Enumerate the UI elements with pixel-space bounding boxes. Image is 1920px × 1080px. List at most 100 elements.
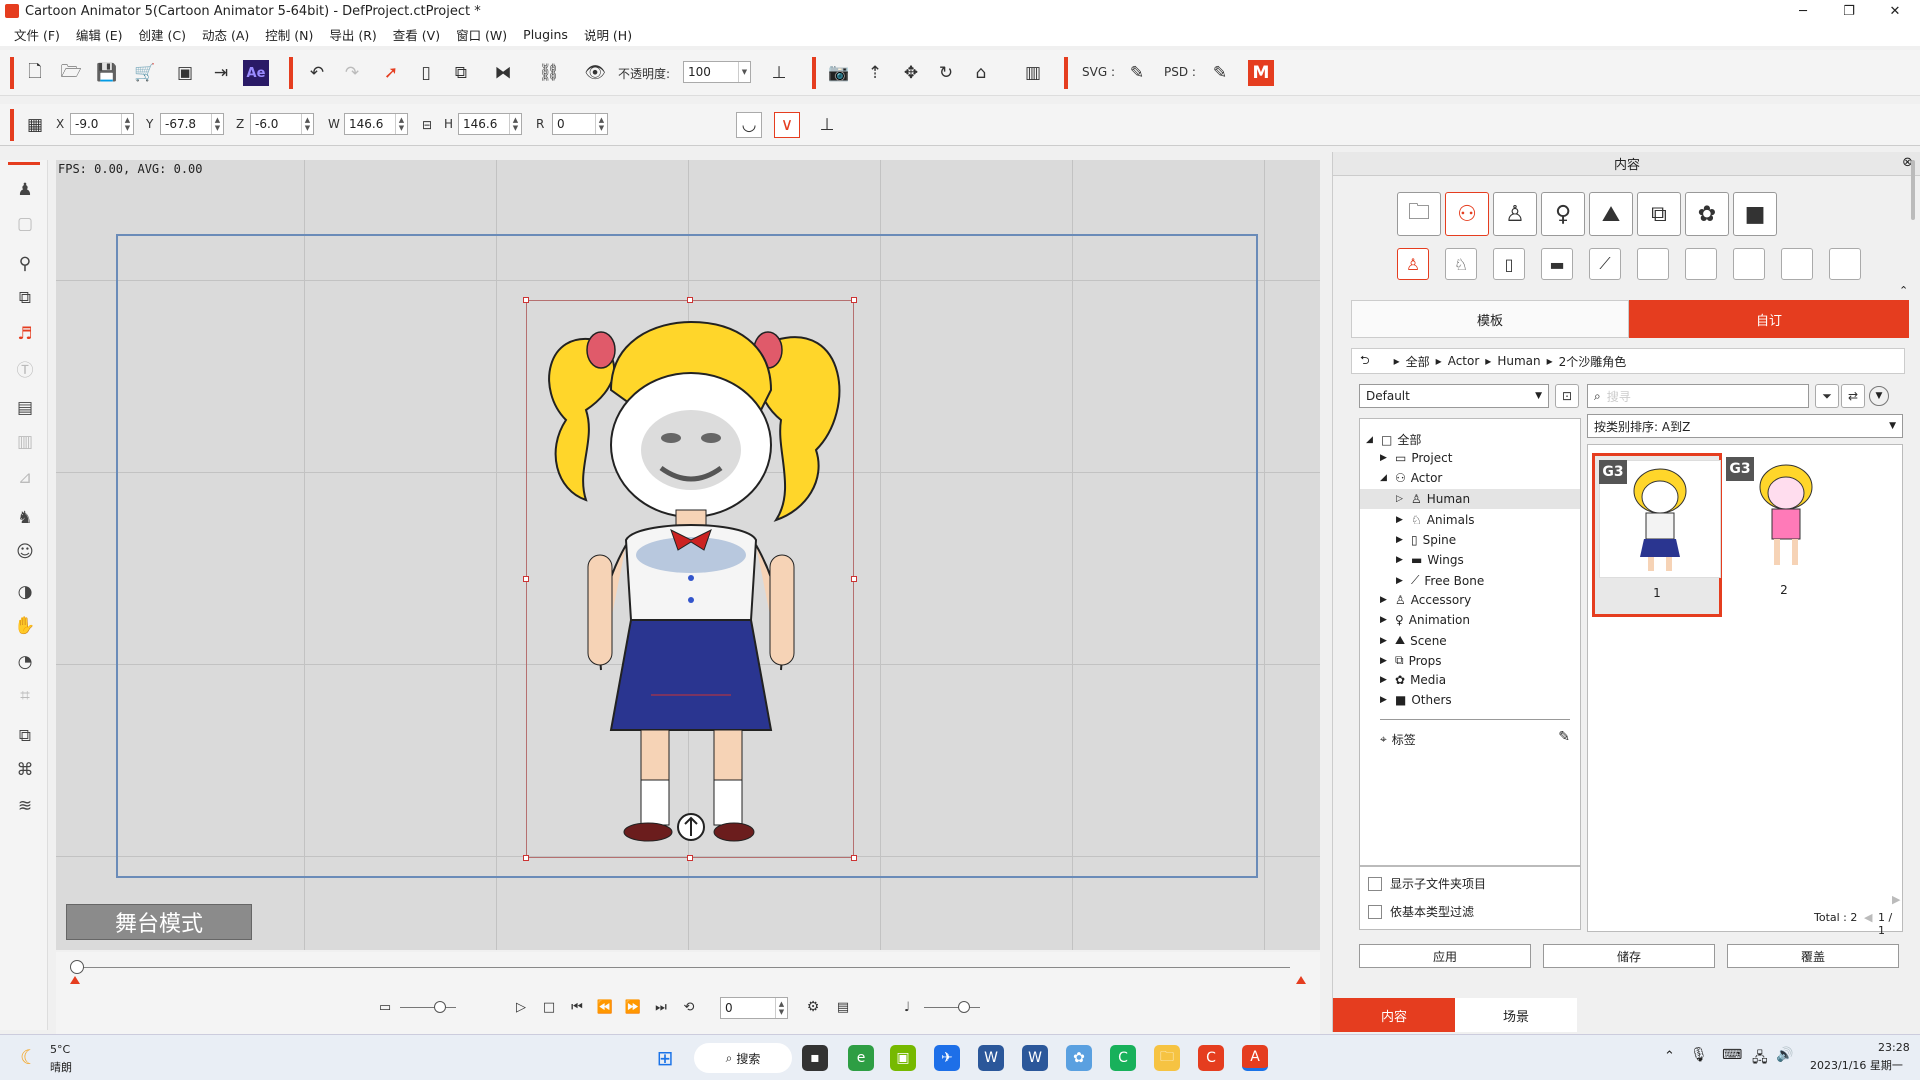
wings-icon[interactable]: ▬ [1541, 248, 1573, 280]
feishu-icon[interactable]: ✈ [934, 1045, 960, 1071]
camera-icon[interactable]: 📷 [826, 60, 852, 86]
microphone-icon[interactable]: 🎙 [1690, 1047, 1708, 1063]
last-frame-icon[interactable]: ⏭ [648, 994, 674, 1020]
breadcrumb-folder[interactable]: 2个沙雕角色 [1559, 353, 1627, 370]
duplicate-icon[interactable]: ⧉ [13, 724, 37, 748]
checkbox-icon[interactable] [1368, 904, 1382, 919]
redo-icon[interactable]: ↷ [339, 60, 365, 86]
settings-gear-icon[interactable]: ⚙ [800, 994, 826, 1020]
content-item[interactable]: G3 1 [1592, 453, 1722, 617]
audio-icon[interactable]: ♬ [13, 322, 37, 346]
overwrite-button[interactable]: 覆盖 [1727, 944, 1899, 968]
breadcrumb-actor[interactable]: Actor [1448, 354, 1480, 368]
cartoon-animator-icon[interactable]: C [1198, 1045, 1224, 1071]
options-icon[interactable]: ▼ [1869, 386, 1889, 406]
apply-button[interactable]: 应用 [1359, 944, 1531, 968]
file-explorer-icon[interactable]: 🗀 [1154, 1045, 1180, 1071]
task-view-icon[interactable]: ▪ [802, 1045, 828, 1071]
prev-page-icon[interactable]: ◀ [1864, 911, 1872, 924]
caption-icon[interactable]: ▭ [372, 994, 398, 1020]
collapse-icon[interactable]: ⌃ [1899, 284, 1908, 297]
edit-pencil-icon[interactable]: ✎ [1558, 729, 1570, 745]
network-icon[interactable]: 🖧 [1752, 1047, 1768, 1071]
tree-node-animals[interactable]: ▶ ♘ Animals [1396, 513, 1475, 527]
after-effects-icon[interactable]: Ae [243, 60, 269, 86]
first-frame-icon[interactable]: ⏮ [564, 994, 590, 1020]
bone-editor-icon[interactable]: ⚲ [13, 252, 37, 276]
windows-start-icon[interactable]: ⊞ [652, 1045, 678, 1071]
volume-slider-knob[interactable] [958, 1001, 970, 1013]
tree-node-props[interactable]: ▶ ⧉ Props [1380, 653, 1441, 668]
menu-animation[interactable]: 动态 (A) [194, 25, 257, 44]
actor-icon[interactable]: ⚇ [1445, 192, 1489, 236]
character-composer-icon[interactable]: ♟ [13, 178, 37, 202]
tree-node-animation[interactable]: ▶ ♀ Animation [1380, 613, 1470, 627]
filter-icon[interactable]: ⏷ [1815, 384, 1839, 408]
menu-window[interactable]: 窗口 (W) [448, 25, 515, 44]
ime-icon[interactable]: ⌨ [1722, 1047, 1742, 1063]
nvidia-icon[interactable]: ▣ [890, 1045, 916, 1071]
range-start-marker[interactable] [70, 976, 80, 984]
show-subfolder-checkbox[interactable]: 显示子文件夹项目 [1368, 875, 1486, 892]
edge-icon[interactable]: e [848, 1045, 874, 1071]
text-icon[interactable]: Ⓣ [13, 356, 37, 381]
speed-slider[interactable] [400, 1007, 456, 1008]
stepper-icon[interactable]: ▲ ▼ [775, 998, 787, 1018]
breadcrumb-all[interactable]: 全部 [1406, 353, 1430, 370]
flip-icon[interactable]: ⧓ [490, 60, 516, 86]
close-button[interactable]: ✕ [1872, 0, 1918, 22]
range-end-marker[interactable] [1296, 976, 1306, 984]
face-puppet-icon[interactable]: ☺ [13, 540, 37, 564]
psd-edit-icon[interactable]: ✎ [1207, 60, 1233, 86]
transform-icon[interactable]: ⧉ [448, 60, 474, 86]
resize-handle[interactable] [523, 297, 529, 303]
head-turn-icon[interactable]: ◑ [13, 580, 37, 604]
tree-node-accessory[interactable]: ▶ ♙ Accessory [1380, 593, 1471, 607]
word-icon[interactable]: W [978, 1045, 1004, 1071]
deform-icon[interactable]: ⌗ [13, 684, 37, 708]
resize-handle[interactable] [851, 576, 857, 582]
3d-icon[interactable]: ⊿ [13, 466, 37, 490]
render-icon[interactable]: ▣ [172, 60, 198, 86]
panel-scrollbar[interactable] [1911, 160, 1915, 220]
r-input[interactable]: 0 ▲ ▼ [552, 113, 608, 135]
next-frame-icon[interactable]: ⏩ [620, 994, 646, 1020]
stepper-icon[interactable]: ▲ ▼ [509, 114, 521, 134]
x-input[interactable]: -9.0 ▲ ▼ [70, 113, 134, 135]
swap-icon[interactable]: ⇄ [1841, 384, 1865, 408]
lock-ratio-icon[interactable]: ⊟ [414, 112, 440, 138]
frame-input[interactable]: 0 ▲ ▼ [720, 997, 788, 1019]
move-up-icon[interactable]: ⇡ [862, 60, 888, 86]
wave-icon[interactable]: ≋ [13, 794, 37, 818]
stepper-icon[interactable]: ▲ ▼ [595, 114, 607, 134]
tree-node-wings[interactable]: ▶ ▬ Wings [1396, 553, 1464, 567]
tree-node-human[interactable]: ▷ ♙ Human [1360, 489, 1580, 509]
search-input[interactable]: ⌕ 搜寻 [1587, 384, 1809, 408]
stepper-icon[interactable]: ▲ ▼ [395, 114, 407, 134]
app-c-icon[interactable]: C [1110, 1045, 1136, 1071]
menu-file[interactable]: 文件 (F) [6, 25, 68, 44]
resize-handle[interactable] [523, 855, 529, 861]
tree-node-others[interactable]: ▶ ■ Others [1380, 693, 1452, 707]
sort-dropdown[interactable]: 按类别排序: A到Z ▼ [1587, 414, 1903, 438]
tab-content[interactable]: 内容 [1333, 998, 1455, 1032]
taskbar-search[interactable]: ⌕ 搜索 [694, 1043, 792, 1073]
puppet-icon[interactable]: ♞ [13, 506, 37, 530]
checkbox-icon[interactable] [1368, 876, 1382, 891]
undo-icon[interactable]: ↶ [304, 60, 330, 86]
spring-icon[interactable]: ⌘ [13, 758, 37, 782]
preset-dropdown[interactable]: Default ▼ [1359, 384, 1549, 408]
free-bone-icon[interactable]: ⟋ [1589, 248, 1621, 280]
scene-icon[interactable]: ⛰ [1589, 192, 1633, 236]
m-logo-icon[interactable]: M [1248, 60, 1274, 86]
open-folder-icon[interactable]: 🗁 [58, 60, 84, 86]
tree-node-all[interactable]: ◢ □ 全部 [1366, 431, 1421, 448]
speed-slider-knob[interactable] [434, 1001, 446, 1013]
accessory-icon[interactable]: ♙ [1493, 192, 1537, 236]
menu-control[interactable]: 控制 (N) [257, 25, 321, 44]
timeline-playhead[interactable] [70, 960, 84, 974]
resize-handle[interactable] [523, 576, 529, 582]
empty-slot-icon[interactable] [1781, 248, 1813, 280]
page-icon[interactable]: ▯ [413, 60, 439, 86]
tree-node-project[interactable]: ▶ ▭ Project [1380, 451, 1452, 465]
